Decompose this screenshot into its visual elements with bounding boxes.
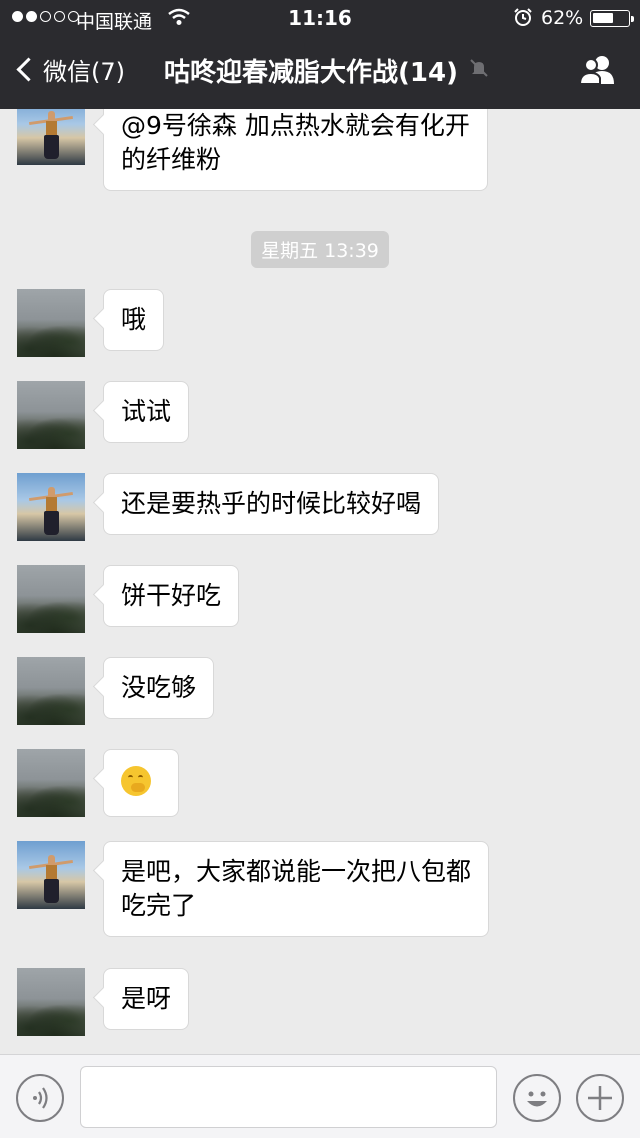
back-button[interactable]: 微信(7) (14, 52, 125, 87)
group-members-icon[interactable] (578, 54, 618, 90)
avatar[interactable] (17, 841, 85, 909)
message-bubble[interactable]: 没吃够 (103, 657, 215, 719)
battery-icon (590, 10, 634, 27)
message-bubble[interactable]: 还是要热乎的时候比较好喝 (103, 473, 440, 535)
avatar[interactable] (17, 473, 85, 541)
message-bubble[interactable]: @9号徐森 加点热水就会有化开 的纤维粉 (103, 109, 488, 191)
message-bubble[interactable]: 试试 (103, 381, 190, 443)
message-text: 是吧，大家都说能一次把八包都 (121, 857, 472, 886)
input-bar (0, 1054, 640, 1138)
chat-area[interactable]: @9号徐森 加点热水就会有化开 的纤维粉 星期五 13:39 哦 试试 还是要热… (0, 109, 640, 1054)
plus-icon (588, 1086, 612, 1110)
message-bubble[interactable]: 饼干好吃 (103, 565, 240, 627)
avatar[interactable] (17, 968, 85, 1036)
message-text: 吃完了 (121, 891, 197, 920)
message-text: 的纤维粉 (121, 145, 222, 174)
message-text: 饼干好吃 (121, 581, 222, 610)
top-bar: 中国联通 11:16 62% 微信(7) 咕咚迎春减脂大作战(14) (0, 0, 640, 109)
avatar[interactable] (17, 109, 85, 165)
avatar[interactable] (17, 381, 85, 449)
voice-icon (33, 1087, 48, 1109)
battery-percent: 62% (541, 7, 584, 29)
nav-bar: 微信(7) 咕咚迎春减脂大作战(14) (0, 36, 640, 109)
chat-title: 咕咚迎春减脂大作战(14) (164, 52, 490, 89)
back-label: 微信(7) (43, 58, 125, 86)
message-text: @9号徐森 加点热水就会有化开 (121, 111, 470, 140)
avatar[interactable] (17, 289, 85, 357)
message-bubble[interactable]: 是吧，大家都说能一次把八包都 吃完了 (103, 841, 490, 937)
avatar[interactable] (17, 657, 85, 725)
message-input[interactable] (80, 1066, 497, 1128)
message-bubble[interactable] (103, 749, 179, 817)
message-text: 没吃够 (121, 673, 197, 702)
timestamp: 星期五 13:39 (0, 231, 640, 268)
emoji-button[interactable] (513, 1074, 561, 1122)
smiley-icon (527, 1091, 547, 1107)
avatar[interactable] (17, 749, 85, 817)
avatar[interactable] (17, 565, 85, 633)
more-button[interactable] (576, 1074, 624, 1122)
message-text: 还是要热乎的时候比较好喝 (121, 489, 422, 518)
message-bubble[interactable]: 是呀 (103, 968, 190, 1030)
chat-title-text: 咕咚迎春减脂大作战(14) (164, 58, 458, 88)
message-text: 是呀 (121, 984, 172, 1013)
message-text: 哦 (121, 305, 147, 334)
message-text: 试试 (121, 397, 172, 426)
voice-input-button[interactable] (16, 1074, 64, 1122)
alarm-icon (513, 7, 533, 32)
mute-icon (468, 56, 490, 86)
message-bubble[interactable]: 哦 (103, 289, 165, 351)
thinking-face-emoji-icon (121, 766, 151, 796)
chevron-left-icon (16, 57, 41, 82)
status-bar: 中国联通 11:16 62% (0, 0, 640, 36)
